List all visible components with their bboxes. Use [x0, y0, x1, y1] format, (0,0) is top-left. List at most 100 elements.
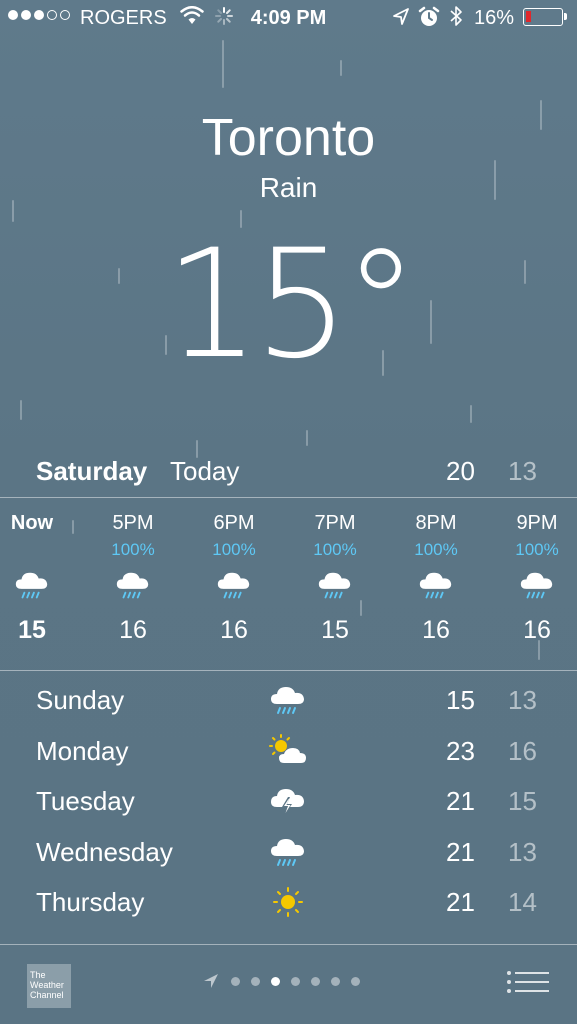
daily-icon-wrap: [268, 682, 308, 718]
daily-high: 21: [446, 887, 475, 917]
city-name: Toronto: [201, 109, 376, 167]
rain-cloud-icon: [15, 572, 48, 599]
hourly-temp: 16: [119, 616, 147, 644]
daily-row: Monday 23 16: [0, 731, 577, 771]
raindrop-streak: [470, 405, 472, 423]
hourly-precip-chance: 100%: [515, 540, 559, 559]
hourly-precip-chance: 100%: [414, 540, 458, 559]
sun-icon: [273, 887, 303, 917]
hourly-precip-chance: 100%: [111, 540, 155, 559]
raindrop-streak: [306, 430, 308, 446]
hourly-icon-wrap: [215, 568, 253, 604]
hourly-item: 7PM 100% 15: [285, 498, 385, 645]
daily-low: 13: [508, 685, 537, 715]
rain-cloud-icon: [217, 572, 250, 599]
current-temperature: 15°: [164, 218, 419, 392]
rain-cloud-icon: [318, 572, 351, 599]
today-high: 20: [446, 456, 475, 486]
page-dot[interactable]: [311, 976, 320, 986]
hourly-item: 8PM 100% 16: [386, 498, 486, 645]
bottom-toolbar: The Weather Channel: [0, 946, 577, 1024]
hourly-forecast-strip[interactable]: Now 15 5PM 100% 16 6PM 100% 16 7PM 100% 15 8PM 100% 1…: [0, 498, 577, 670]
daily-low: 16: [508, 735, 537, 766]
daily-day-name: Thursday: [36, 887, 145, 917]
daily-row: Tuesday 21 15: [0, 781, 577, 821]
page-indicator[interactable]: [202, 972, 360, 990]
daily-row: Sunday 15 13: [0, 680, 577, 720]
rain-cloud-icon: [520, 572, 553, 599]
daily-day-name: Monday: [36, 735, 129, 766]
rain-cloud-icon: [419, 572, 452, 599]
daily-high: 23: [446, 735, 475, 766]
hourly-temp: 16: [422, 616, 450, 644]
current-location-arrow-icon: [204, 974, 218, 988]
daily-high: 15: [446, 685, 475, 715]
daily-row: Wednesday 21 13: [0, 832, 577, 872]
hourly-time: Now: [10, 512, 54, 534]
page-dot[interactable]: [251, 976, 260, 986]
daily-day-name: Sunday: [36, 685, 125, 715]
rain-cloud-icon: [271, 838, 304, 866]
daily-row: Thursday 21 14: [0, 882, 577, 922]
hourly-time: 9PM: [516, 512, 558, 534]
page-dot[interactable]: [291, 976, 300, 986]
hourly-icon-wrap: [114, 568, 152, 604]
hourly-temp: 15: [321, 616, 349, 644]
raindrop-streak: [20, 400, 22, 420]
page-dot[interactable]: [231, 976, 240, 986]
today-day-name: Saturday: [36, 456, 148, 486]
daily-low: 15: [508, 786, 537, 816]
divider-middle: [0, 670, 577, 671]
page-dot-active[interactable]: [271, 976, 280, 986]
battery-level-fill: [526, 11, 531, 22]
hourly-precip-chance: [0, 540, 82, 564]
today-low: 13: [508, 456, 537, 486]
partly-sunny-icon: [269, 733, 306, 763]
hourly-icon-wrap: [518, 568, 556, 604]
hourly-temp: 16: [523, 616, 551, 644]
hourly-time: 7PM: [314, 512, 356, 534]
daily-icon-wrap: [268, 884, 308, 920]
daily-day-name: Tuesday: [36, 786, 135, 816]
today-label: Today: [170, 456, 240, 486]
daily-icon-wrap: [268, 834, 308, 870]
battery-nub: [564, 13, 567, 20]
hourly-item: 6PM 100% 16: [184, 498, 284, 645]
daily-high: 21: [446, 786, 475, 816]
hourly-time: 8PM: [415, 512, 457, 534]
page-dot[interactable]: [331, 976, 340, 986]
location-arrow-icon: [393, 8, 409, 25]
current-temperature-block: 15°: [0, 220, 577, 390]
hourly-temp: 15: [18, 616, 46, 644]
hourly-item: 5PM 100% 16: [83, 498, 183, 645]
hourly-precip-chance: 100%: [212, 540, 256, 559]
current-condition: Rain: [259, 172, 318, 203]
rain-cloud-icon: [116, 572, 149, 599]
daily-high: 21: [446, 836, 475, 867]
battery-percentage: 16%: [474, 7, 515, 29]
battery-icon: [523, 8, 567, 26]
hourly-temp: 16: [220, 616, 248, 644]
weather-channel-logo[interactable]: The Weather Channel: [27, 964, 71, 1008]
hourly-icon-wrap: [13, 568, 51, 604]
city-list-icon[interactable]: [506, 970, 550, 994]
daily-low: 13: [508, 836, 537, 867]
bluetooth-icon: [450, 6, 462, 26]
daily-icon-wrap: [268, 783, 308, 819]
rain-cloud-icon: [271, 687, 304, 714]
page-dot[interactable]: [351, 976, 360, 986]
alarm-clock-icon: [418, 6, 440, 26]
hourly-item: Now 15: [0, 498, 82, 645]
hourly-precip-chance: 100%: [313, 540, 357, 559]
daily-day-name: Wednesday: [36, 836, 173, 867]
raindrop-streak: [222, 40, 224, 88]
divider-bottom: [0, 944, 577, 945]
hourly-icon-wrap: [316, 568, 354, 604]
today-summary-row: Saturday Today 20 13: [0, 456, 577, 492]
raindrop-streak: [340, 60, 342, 76]
hourly-icon-wrap: [417, 568, 455, 604]
thunderstorm-icon: [271, 789, 304, 816]
daily-low: 14: [508, 887, 537, 917]
hourly-time: 6PM: [213, 512, 255, 534]
hourly-item: 9PM 100% 16: [487, 498, 577, 645]
